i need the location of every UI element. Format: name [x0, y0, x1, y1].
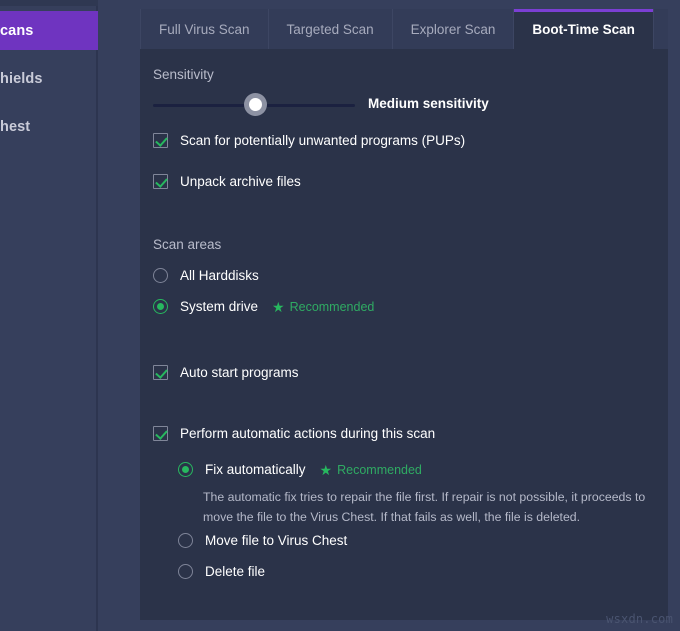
checkbox-icon[interactable] [153, 174, 168, 189]
tab-targeted-scan[interactable]: Targeted Scan [269, 9, 393, 49]
recommended-badge: ★ Recommended [272, 300, 374, 314]
radio-label: Move file to Virus Chest [205, 533, 347, 548]
sensitivity-value-label: Medium sensitivity [368, 96, 489, 111]
checkbox-label: Perform automatic actions during this sc… [180, 426, 435, 441]
recommended-badge: ★ Recommended [320, 463, 422, 477]
checkbox-icon[interactable] [153, 426, 168, 441]
checkbox-label: Auto start programs [180, 365, 299, 380]
checkbox-icon[interactable] [153, 133, 168, 148]
application-window: cans hields hest Full Virus Scan Targete… [0, 0, 680, 631]
radio-row-delete-file[interactable]: Delete file [178, 564, 265, 579]
recommended-label: Recommended [337, 463, 422, 477]
star-icon: ★ [320, 463, 333, 477]
radio-label: All Harddisks [180, 268, 259, 283]
radio-row-all-harddisks[interactable]: All Harddisks [153, 268, 259, 283]
sidebar-item-label: hields [0, 71, 43, 87]
checkbox-row-pups[interactable]: Scan for potentially unwanted programs (… [153, 133, 465, 148]
checkbox-row-auto-start-programs[interactable]: Auto start programs [153, 365, 299, 380]
sidebar-top-divider [0, 0, 98, 6]
tab-label: Explorer Scan [411, 22, 496, 37]
sidebar-item-chest[interactable]: hest [0, 107, 98, 146]
radio-row-fix-automatically[interactable]: Fix automatically ★ Recommended [178, 462, 422, 477]
radio-icon[interactable] [153, 299, 168, 314]
tab-full-virus-scan[interactable]: Full Virus Scan [140, 9, 269, 49]
star-icon: ★ [272, 300, 285, 314]
checkbox-label: Unpack archive files [180, 174, 301, 189]
tab-boot-time-scan[interactable]: Boot-Time Scan [514, 9, 654, 49]
tab-label: Targeted Scan [287, 22, 374, 37]
checkbox-icon[interactable] [153, 365, 168, 380]
radio-icon[interactable] [178, 462, 193, 477]
sensitivity-slider[interactable] [153, 93, 355, 117]
checkbox-row-unpack-archives[interactable]: Unpack archive files [153, 174, 301, 189]
tabbar-filler [654, 9, 668, 49]
tab-label: Full Virus Scan [159, 22, 250, 37]
checkbox-row-perform-automatic-actions[interactable]: Perform automatic actions during this sc… [153, 426, 435, 441]
checkbox-label: Scan for potentially unwanted programs (… [180, 133, 465, 148]
scan-areas-label: Scan areas [153, 237, 221, 252]
radio-icon[interactable] [153, 268, 168, 283]
radio-icon[interactable] [178, 564, 193, 579]
radio-row-system-drive[interactable]: System drive ★ Recommended [153, 299, 374, 314]
sidebar-item-label: hest [0, 119, 30, 135]
fix-automatically-help-text: The automatic fix tries to repair the fi… [203, 487, 663, 527]
radio-row-move-file-to-virus-chest[interactable]: Move file to Virus Chest [178, 533, 347, 548]
tab-explorer-scan[interactable]: Explorer Scan [393, 9, 515, 49]
right-gutter [668, 0, 680, 631]
radio-label: Fix automatically [205, 462, 306, 477]
recommended-label: Recommended [290, 300, 375, 314]
scan-type-tabbar: Full Virus Scan Targeted Scan Explorer S… [140, 9, 668, 49]
radio-label: Delete file [205, 564, 265, 579]
slider-thumb[interactable] [244, 93, 267, 116]
sensitivity-label: Sensitivity [153, 67, 214, 82]
watermark: wsxdn.com [606, 612, 673, 626]
sidebar-item-shields[interactable]: hields [0, 59, 98, 98]
sidebar: cans hields hest [0, 0, 98, 631]
sidebar-item-scans[interactable]: cans [0, 11, 98, 50]
radio-label: System drive [180, 299, 258, 314]
slider-thumb-inner [249, 98, 262, 111]
sidebar-item-label: cans [0, 23, 33, 39]
tab-label: Boot-Time Scan [532, 22, 635, 37]
scan-settings-panel: Sensitivity Medium sensitivity Scan for … [140, 49, 668, 620]
radio-icon[interactable] [178, 533, 193, 548]
